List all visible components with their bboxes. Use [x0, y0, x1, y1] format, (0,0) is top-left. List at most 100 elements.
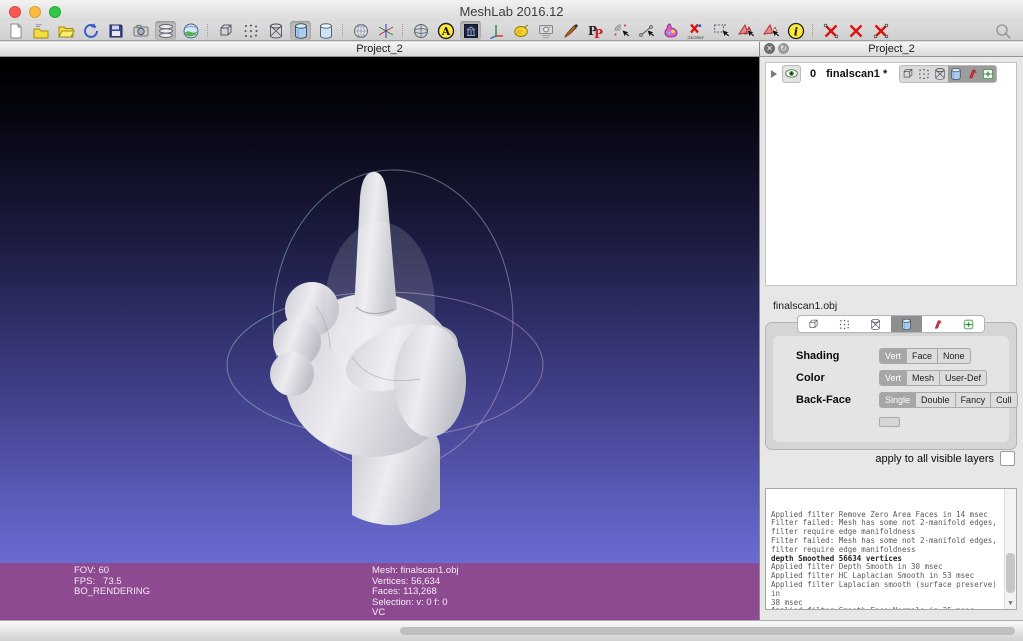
delete-faces-and-vertices-button[interactable] [870, 21, 891, 40]
color-label: Color [796, 372, 825, 384]
toggle-light-button[interactable] [510, 21, 531, 40]
backface-extra-button[interactable] [879, 417, 900, 427]
toolbar: A P P GEOREF i [0, 21, 1023, 41]
render-wireframe-button[interactable] [265, 21, 286, 40]
panel-undock-icon[interactable]: ↻ [778, 43, 789, 54]
reload-button[interactable] [80, 21, 101, 40]
show-axis-corner-button[interactable] [485, 21, 506, 40]
tab-wireframe[interactable] [860, 316, 891, 332]
color-control: Vert Mesh User-Def [879, 370, 988, 386]
mesh-info-button[interactable]: i [785, 21, 806, 40]
window-title: MeshLab 2016.12 [459, 4, 564, 19]
color-option-mesh[interactable]: Mesh [907, 370, 941, 386]
snapshot-button[interactable] [130, 21, 151, 40]
show-layer-dialog-button[interactable] [155, 21, 176, 40]
viewport-status-bar: FOV: 60 FPS: 73.5 BO_RENDERING Mesh: final… [0, 563, 759, 621]
horizontal-scrollbar-thumb[interactable] [400, 627, 1015, 635]
viewport-title: Project_2 [356, 43, 403, 55]
log-scrollbar-thumb[interactable] [1006, 553, 1015, 593]
render-smooth-button[interactable] [290, 21, 311, 40]
tab-points[interactable] [829, 316, 860, 332]
backface-option-cull[interactable]: Cull [991, 392, 1018, 408]
delete-selected-faces-button[interactable] [845, 21, 866, 40]
point-picking-button[interactable] [610, 21, 631, 40]
fov-readout: FOV: 60 [74, 565, 110, 576]
toolbar-separator [207, 24, 209, 37]
backface-option-single[interactable]: Single [879, 392, 917, 408]
search-icon[interactable] [992, 21, 1013, 40]
show-axes-button[interactable] [375, 21, 396, 40]
shading-option-none[interactable]: None [938, 348, 971, 364]
render-points-button[interactable] [240, 21, 261, 40]
render-bbox-button[interactable] [215, 21, 236, 40]
toolbar-separator [342, 24, 344, 37]
show-labels-button[interactable]: A [435, 21, 456, 40]
georeference-button[interactable]: GEOREF [685, 21, 706, 40]
hand-mesh-render [226, 169, 544, 526]
shading-option-face[interactable]: Face [907, 348, 939, 364]
log-line: Applied filter Laplacian smooth (surface… [771, 579, 1002, 598]
select-faces-button[interactable] [735, 21, 756, 40]
save-project-button[interactable] [105, 21, 126, 40]
new-document-button[interactable] [5, 21, 26, 40]
layers-panel-titlebar[interactable]: ✕ ↻ Project_2 [760, 42, 1023, 57]
log-output[interactable]: Applied filter Remove Zero Area Faces in… [765, 488, 1017, 610]
shading-row: Shading Vert Face None [773, 345, 1009, 367]
faces-readout: Faces: 113,268 [372, 586, 437, 597]
layer-bbox-toggle[interactable] [900, 66, 916, 82]
apply-all-row: apply to all visible layers [875, 451, 1015, 466]
open-project-button[interactable] [30, 21, 51, 40]
backface-option-double[interactable]: Double [916, 392, 956, 408]
show-background-button[interactable] [460, 21, 481, 40]
layer-color-toggle[interactable] [964, 65, 981, 82]
show-trackball-button[interactable] [180, 21, 201, 40]
panel-close-icon[interactable]: ✕ [764, 43, 775, 54]
model-alignment-button[interactable] [535, 21, 556, 40]
layer-index: 0 [810, 67, 817, 80]
apply-all-label: apply to all visible layers [875, 452, 994, 465]
color-option-vert[interactable]: Vert [879, 370, 908, 386]
toolbar-separator [812, 24, 814, 37]
tab-shading[interactable] [891, 316, 922, 332]
apply-all-checkbox[interactable] [1000, 451, 1015, 466]
render-flat-button[interactable] [315, 21, 336, 40]
show-camera-sphere-button[interactable] [410, 21, 431, 40]
import-mesh-button[interactable] [55, 21, 76, 40]
scroll-down-arrow-icon[interactable]: ▼ [1005, 599, 1016, 608]
decoration-tabs [797, 315, 985, 333]
expand-triangle-icon[interactable] [771, 69, 777, 78]
log-line: Applied filter Smooth Face Normals in 35… [771, 607, 1002, 609]
shading-label: Shading [796, 350, 840, 362]
delete-selected-vertices-button[interactable] [820, 21, 841, 40]
viewport-titlebar[interactable]: Project_2 [0, 42, 759, 57]
edge-picking-button[interactable] [635, 21, 656, 40]
log-scrollbar[interactable]: ▼ [1004, 489, 1016, 609]
layer-points-toggle[interactable] [916, 66, 932, 82]
backface-label: Back-Face [796, 394, 852, 406]
layer-wireframe-toggle[interactable] [932, 66, 948, 82]
backface-option-fancy[interactable]: Fancy [955, 392, 992, 408]
texture-parametrization-button[interactable]: PP [585, 21, 606, 40]
select-faces-visible-button[interactable] [760, 21, 781, 40]
mesh-name-readout: Mesh: finalscan1.obj [372, 565, 459, 576]
tab-color[interactable] [922, 316, 953, 332]
layer-texture-toggle[interactable] [980, 65, 997, 82]
color-option-user-def[interactable]: User-Def [940, 370, 988, 386]
viewport-pane: Project_2 FOV: 60 FPS: 73.5 BO_RENDERING… [0, 42, 759, 621]
layer-list: 0 finalscan1 * [765, 62, 1017, 286]
render-texture-button[interactable] [350, 21, 371, 40]
tab-bbox[interactable] [798, 316, 829, 332]
select-rectangle-button[interactable] [710, 21, 731, 40]
layer-name: finalscan1 * [826, 67, 888, 80]
tab-texture[interactable] [953, 316, 984, 332]
toolbar-separator [402, 24, 404, 37]
layer-row[interactable]: 0 finalscan1 * [766, 63, 1016, 84]
decoration-panel: Shading Vert Face None Color Vert Mesh User-… [765, 315, 1018, 450]
shading-option-vert[interactable]: Vert [879, 348, 908, 364]
layer-smooth-shading-toggle[interactable] [948, 65, 965, 82]
viewport-canvas[interactable]: FOV: 60 FPS: 73.5 BO_RENDERING Mesh: final… [0, 57, 759, 621]
horizontal-scrollbar[interactable] [0, 620, 1023, 641]
quality-mapper-button[interactable] [660, 21, 681, 40]
z-painting-button[interactable] [560, 21, 581, 40]
visibility-eye-icon[interactable] [782, 64, 801, 83]
